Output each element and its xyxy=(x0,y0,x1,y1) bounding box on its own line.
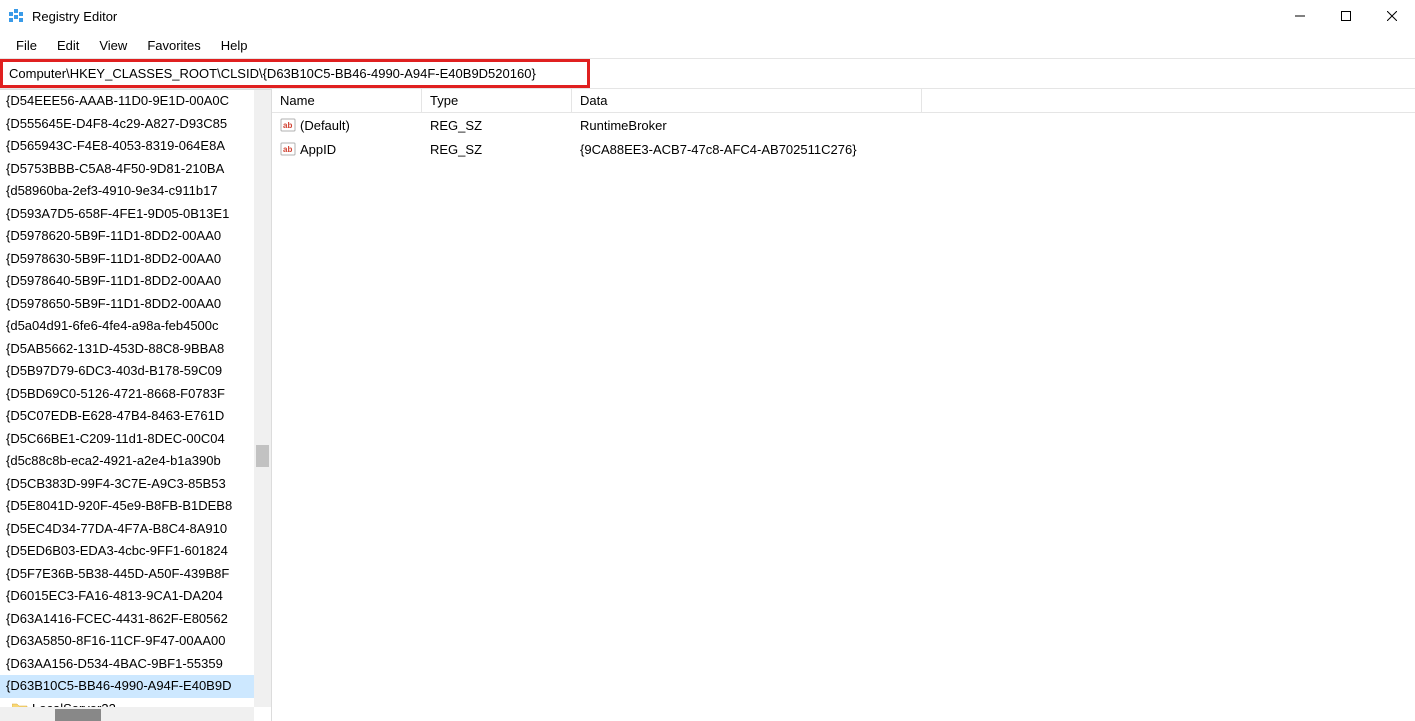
tree-item[interactable]: {d5c88c8b-eca2-4921-a2e4-b1a390b xyxy=(0,450,271,473)
tree-item[interactable]: {D5B97D79-6DC3-403d-B178-59C09 xyxy=(0,360,271,383)
tree-item[interactable]: {D593A7D5-658F-4FE1-9D05-0B13E1 xyxy=(0,203,271,226)
menu-view[interactable]: View xyxy=(89,34,137,57)
svg-text:ab: ab xyxy=(283,121,292,130)
values-body: ab (Default) REG_SZRuntimeBroker ab AppID REG… xyxy=(272,113,1415,161)
value-row[interactable]: ab (Default) REG_SZRuntimeBroker xyxy=(272,113,1415,137)
menu-edit[interactable]: Edit xyxy=(47,34,89,57)
tree-horizontal-scrollbar[interactable] xyxy=(0,707,254,721)
tree-list[interactable]: {D54EEE56-AAAB-11D0-9E1D-00A0C{D555645E-… xyxy=(0,90,271,721)
tree-item[interactable]: {d5a04d91-6fe6-4fe4-a98a-feb4500c xyxy=(0,315,271,338)
address-highlight-box xyxy=(0,59,590,88)
value-type: REG_SZ xyxy=(422,116,572,135)
tree-item[interactable]: {D5978640-5B9F-11D1-8DD2-00AA0 xyxy=(0,270,271,293)
value-name: AppID xyxy=(300,142,336,157)
tree-item[interactable]: {D5BD69C0-5126-4721-8668-F0783F xyxy=(0,383,271,406)
string-value-icon: ab xyxy=(280,141,296,157)
column-header-type[interactable]: Type xyxy=(422,89,572,112)
regedit-icon xyxy=(8,8,24,24)
column-header-spacer xyxy=(922,89,1415,112)
tree-item[interactable]: {D63A1416-FCEC-4431-862F-E80562 xyxy=(0,608,271,631)
tree-horizontal-scrollbar-thumb[interactable] xyxy=(55,709,101,721)
string-value-icon: ab xyxy=(280,117,296,133)
svg-text:ab: ab xyxy=(283,145,292,154)
tree-item[interactable]: {D5978620-5B9F-11D1-8DD2-00AA0 xyxy=(0,225,271,248)
menu-favorites[interactable]: Favorites xyxy=(137,34,210,57)
tree-item[interactable]: {D5C07EDB-E628-47B4-8463-E761D xyxy=(0,405,271,428)
tree-item[interactable]: {D54EEE56-AAAB-11D0-9E1D-00A0C xyxy=(0,90,271,113)
title-bar: Registry Editor xyxy=(0,0,1415,32)
tree-panel: {D54EEE56-AAAB-11D0-9E1D-00A0C{D555645E-… xyxy=(0,89,272,721)
tree-item[interactable]: {D565943C-F4E8-4053-8319-064E8A xyxy=(0,135,271,158)
minimize-button[interactable] xyxy=(1277,0,1323,32)
tree-item[interactable]: {D5753BBB-C5A8-4F50-9D81-210BA xyxy=(0,158,271,181)
value-data: RuntimeBroker xyxy=(572,116,922,135)
tree-item[interactable]: {D63AA156-D534-4BAC-9BF1-55359 xyxy=(0,653,271,676)
value-data: {9CA88EE3-ACB7-47c8-AFC4-AB702511C276} xyxy=(572,140,922,159)
values-panel: Name Type Data ab (Default) REG_SZRuntimeB… xyxy=(272,89,1415,721)
tree-item[interactable]: {D5978630-5B9F-11D1-8DD2-00AA0 xyxy=(0,248,271,271)
tree-item[interactable]: {D5ED6B03-EDA3-4cbc-9FF1-601824 xyxy=(0,540,271,563)
menu-help[interactable]: Help xyxy=(211,34,258,57)
tree-item[interactable]: {D5C66BE1-C209-11d1-8DEC-00C04 xyxy=(0,428,271,451)
tree-vertical-scrollbar[interactable] xyxy=(254,90,271,707)
content-area: {D54EEE56-AAAB-11D0-9E1D-00A0C{D555645E-… xyxy=(0,89,1415,721)
value-type: REG_SZ xyxy=(422,140,572,159)
tree-vertical-scrollbar-thumb[interactable] xyxy=(256,445,269,467)
value-row[interactable]: ab AppID REG_SZ{9CA88EE3-ACB7-47c8-AFC4-AB… xyxy=(272,137,1415,161)
tree-item[interactable]: {D5AB5662-131D-453D-88C8-9BBA8 xyxy=(0,338,271,361)
menu-bar: File Edit View Favorites Help xyxy=(0,32,1415,58)
tree-item[interactable]: {D555645E-D4F8-4c29-A827-D93C85 xyxy=(0,113,271,136)
tree-item[interactable]: {D6015EC3-FA16-4813-9CA1-DA204 xyxy=(0,585,271,608)
tree-item[interactable]: {D5EC4D34-77DA-4F7A-B8C4-8A910 xyxy=(0,518,271,541)
value-name: (Default) xyxy=(300,118,350,133)
column-header-data[interactable]: Data xyxy=(572,89,922,112)
tree-item[interactable]: {d58960ba-2ef3-4910-9e34-c911b17 xyxy=(0,180,271,203)
values-header: Name Type Data xyxy=(272,89,1415,113)
address-bar-container xyxy=(0,58,1415,89)
tree-item[interactable]: {D5978650-5B9F-11D1-8DD2-00AA0 xyxy=(0,293,271,316)
menu-file[interactable]: File xyxy=(6,34,47,57)
address-bar-input[interactable] xyxy=(3,62,587,85)
tree-item[interactable]: {D5CB383D-99F4-3C7E-A9C3-85B53 xyxy=(0,473,271,496)
window-controls xyxy=(1277,0,1415,32)
tree-item[interactable]: {D63B10C5-BB46-4990-A94F-E40B9D xyxy=(0,675,271,698)
tree-item[interactable]: {D63A5850-8F16-11CF-9F47-00AA00 xyxy=(0,630,271,653)
maximize-button[interactable] xyxy=(1323,0,1369,32)
close-button[interactable] xyxy=(1369,0,1415,32)
window-title: Registry Editor xyxy=(32,9,117,24)
tree-item[interactable]: {D5F7E36B-5B38-445D-A50F-439B8F xyxy=(0,563,271,586)
tree-item[interactable]: {D5E8041D-920F-45e9-B8FB-B1DEB8 xyxy=(0,495,271,518)
column-header-name[interactable]: Name xyxy=(272,89,422,112)
